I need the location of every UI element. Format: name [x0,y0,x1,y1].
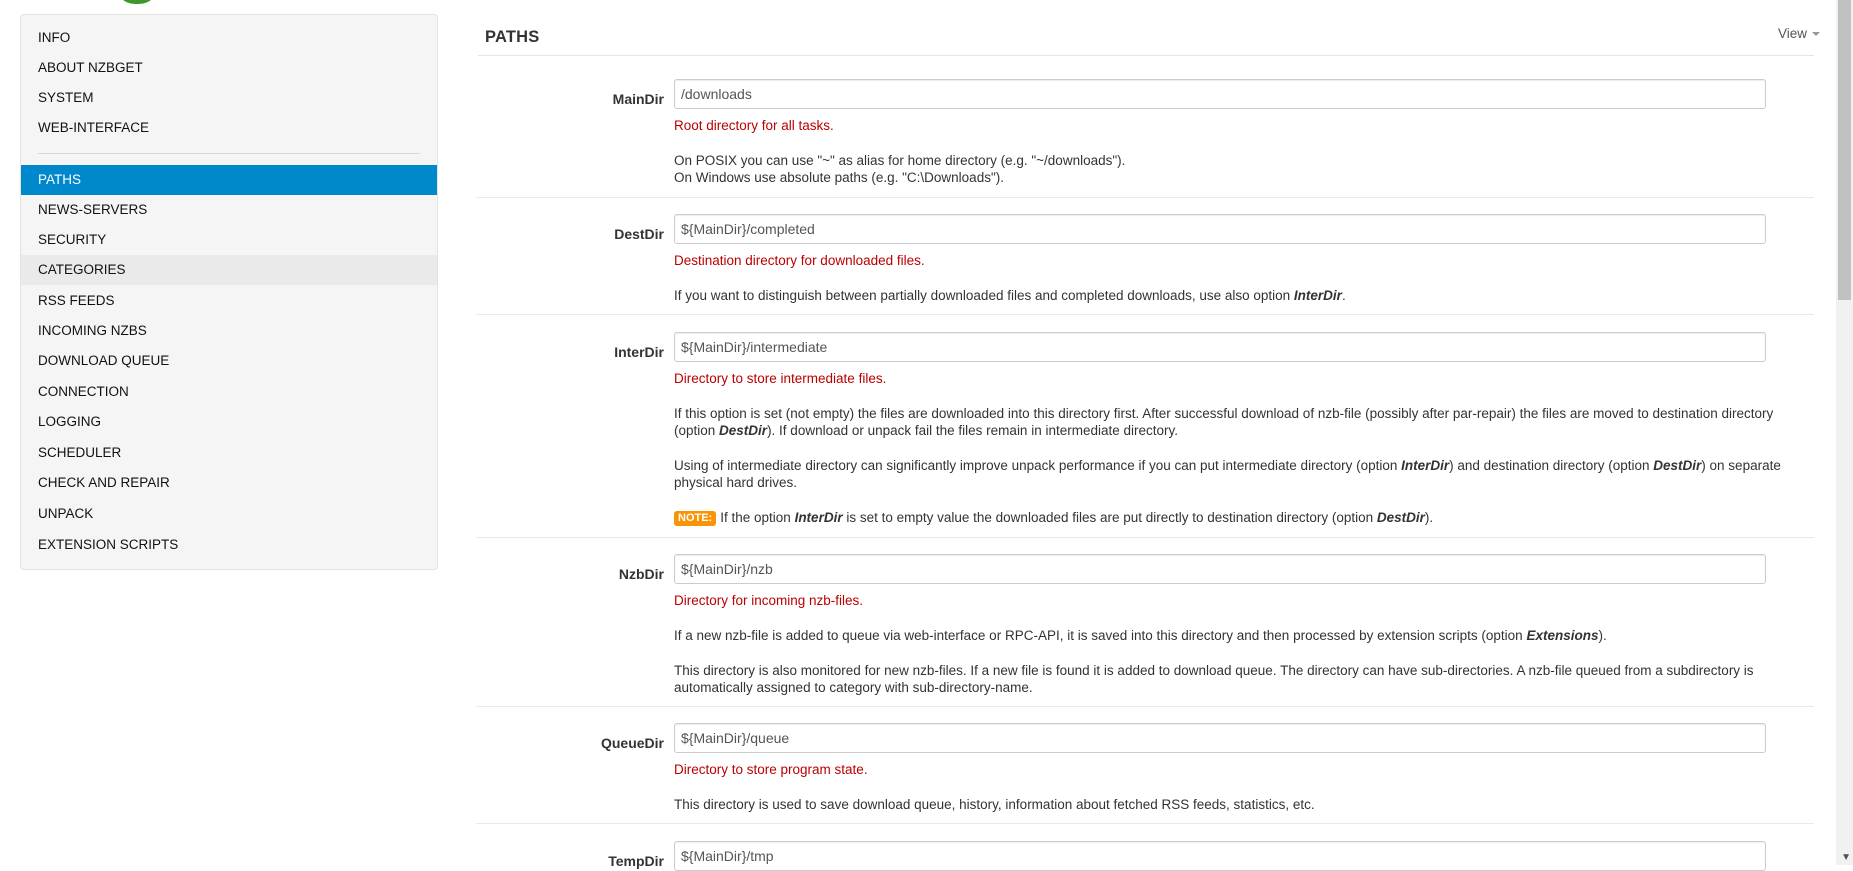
option-divider [476,537,1814,538]
option-reference: InterDir [794,510,843,525]
interdir-input[interactable] [674,332,1766,362]
option-description: Directory to store program state. This d… [674,761,1814,813]
option-reference: Extensions [1526,628,1599,643]
option-long-description: If you want to distinguish between parti… [674,287,1814,304]
option-short-description: Destination directory for downloaded fil… [674,253,925,268]
option-note: NOTE: If the option InterDir is set to em… [674,509,1814,526]
page-scrollbar[interactable]: ▼ [1836,0,1853,865]
sidebar-item-security[interactable]: SECURITY [21,225,437,255]
option-long-description: If a new nzb-file is added to queue via … [674,627,1814,644]
sidebar-item-web-interface[interactable]: WEB-INTERFACE [21,113,437,143]
option-label: TempDir [608,853,664,869]
description-text: If a new nzb-file is added to queue via … [674,628,1523,643]
option-reference: DestDir [1376,510,1425,525]
option-label: NzbDir [618,566,664,582]
nzbdir-input[interactable] [674,554,1766,584]
sidebar-item-logging[interactable]: LOGGING [21,407,437,437]
description-text: On POSIX you can use "~" as alias for ho… [674,153,1126,168]
description-text: is set to empty value the downloaded fil… [846,510,1374,525]
view-menu-label: View [1777,26,1807,41]
option-description: Destination directory for downloaded fil… [674,252,1814,304]
sidebar-item-paths[interactable]: PATHS [21,165,437,195]
maindir-input[interactable] [674,79,1766,109]
option-reference: DestDir [719,423,768,438]
option-divider [476,197,1814,198]
option-short-description: Directory to store intermediate files. [674,371,887,386]
sidebar-item-system[interactable]: SYSTEM [21,83,437,113]
description-text: Using of intermediate directory can sign… [674,458,1398,473]
option-long-description: This directory is used to save download … [674,797,1315,812]
scrollbar-thumb[interactable] [1838,0,1851,300]
option-label: InterDir [614,344,664,360]
sidebar-item-info[interactable]: INFO [21,23,437,53]
destdir-input[interactable] [674,214,1766,244]
option-long-description: This directory is also monitored for new… [674,663,1754,695]
option-divider [476,314,1814,315]
description-text: ). [1598,628,1607,643]
option-long-description: On POSIX you can use "~" as alias for ho… [674,152,1814,186]
option-short-description: Directory for incoming nzb-files. [674,593,864,608]
description-text: If you want to distinguish between parti… [674,288,1291,303]
description-text: . [1341,288,1346,303]
option-reference: InterDir [1401,458,1450,473]
sidebar-item-news-servers[interactable]: NEWS-SERVERS [21,195,437,225]
option-short-description: Root directory for all tasks. [674,118,834,133]
sidebar-item-download-queue[interactable]: DOWNLOAD QUEUE [21,346,437,376]
queuedir-input[interactable] [674,723,1766,753]
title-divider [478,55,1814,56]
scroll-down-arrow-icon[interactable]: ▼ [1841,852,1851,863]
sidebar-item-extension-scripts[interactable]: EXTENSION SCRIPTS [21,530,437,560]
sidebar-item-categories[interactable]: CATEGORIES [21,255,437,285]
option-reference: DestDir [1653,458,1702,473]
caret-down-icon [1812,32,1820,37]
sidebar-divider [38,153,420,154]
option-description: Directory to store intermediate files. I… [674,370,1814,526]
sidebar-item-about-nzbget[interactable]: ABOUT NZBGET [21,53,437,83]
option-label: DestDir [614,226,664,242]
main-content: PATHS View MainDir Root directory for al… [476,0,1820,871]
description-text: ) and destination directory (option [1449,458,1650,473]
option-divider [476,706,1814,707]
sidebar-item-unpack[interactable]: UNPACK [21,499,437,529]
option-divider [476,823,1814,824]
description-text: On Windows use absolute paths (e.g. "C:\… [674,170,1004,185]
settings-sidebar: INFO ABOUT NZBGET SYSTEM WEB-INTERFACE P… [20,14,438,570]
view-menu-button[interactable]: View [1778,26,1820,41]
option-long-description: If this option is set (not empty) the fi… [674,405,1814,439]
option-label: QueueDir [600,735,664,751]
option-description: Root directory for all tasks. On POSIX y… [674,117,1814,186]
option-long-description: Using of intermediate directory can sign… [674,457,1814,491]
option-label: MainDir [612,91,664,107]
description-text: If the option [720,510,791,525]
app-logo [115,0,159,4]
sidebar-item-rss-feeds[interactable]: RSS FEEDS [21,286,437,316]
option-short-description: Directory to store program state. [674,762,868,777]
option-description: Directory for incoming nzb-files. If a n… [674,592,1814,696]
sidebar-item-scheduler[interactable]: SCHEDULER [21,438,437,468]
description-text: ). If download or unpack fail the files … [767,423,1179,438]
sidebar-item-connection[interactable]: CONNECTION [21,377,437,407]
sidebar-item-check-and-repair[interactable]: CHECK AND REPAIR [21,468,437,498]
option-reference: InterDir [1293,288,1342,303]
tempdir-input[interactable] [674,841,1766,871]
page-title: PATHS [485,28,540,46]
sidebar-item-incoming-nzbs[interactable]: INCOMING NZBS [21,316,437,346]
note-badge: NOTE: [674,511,717,526]
description-text: ). [1424,510,1434,525]
